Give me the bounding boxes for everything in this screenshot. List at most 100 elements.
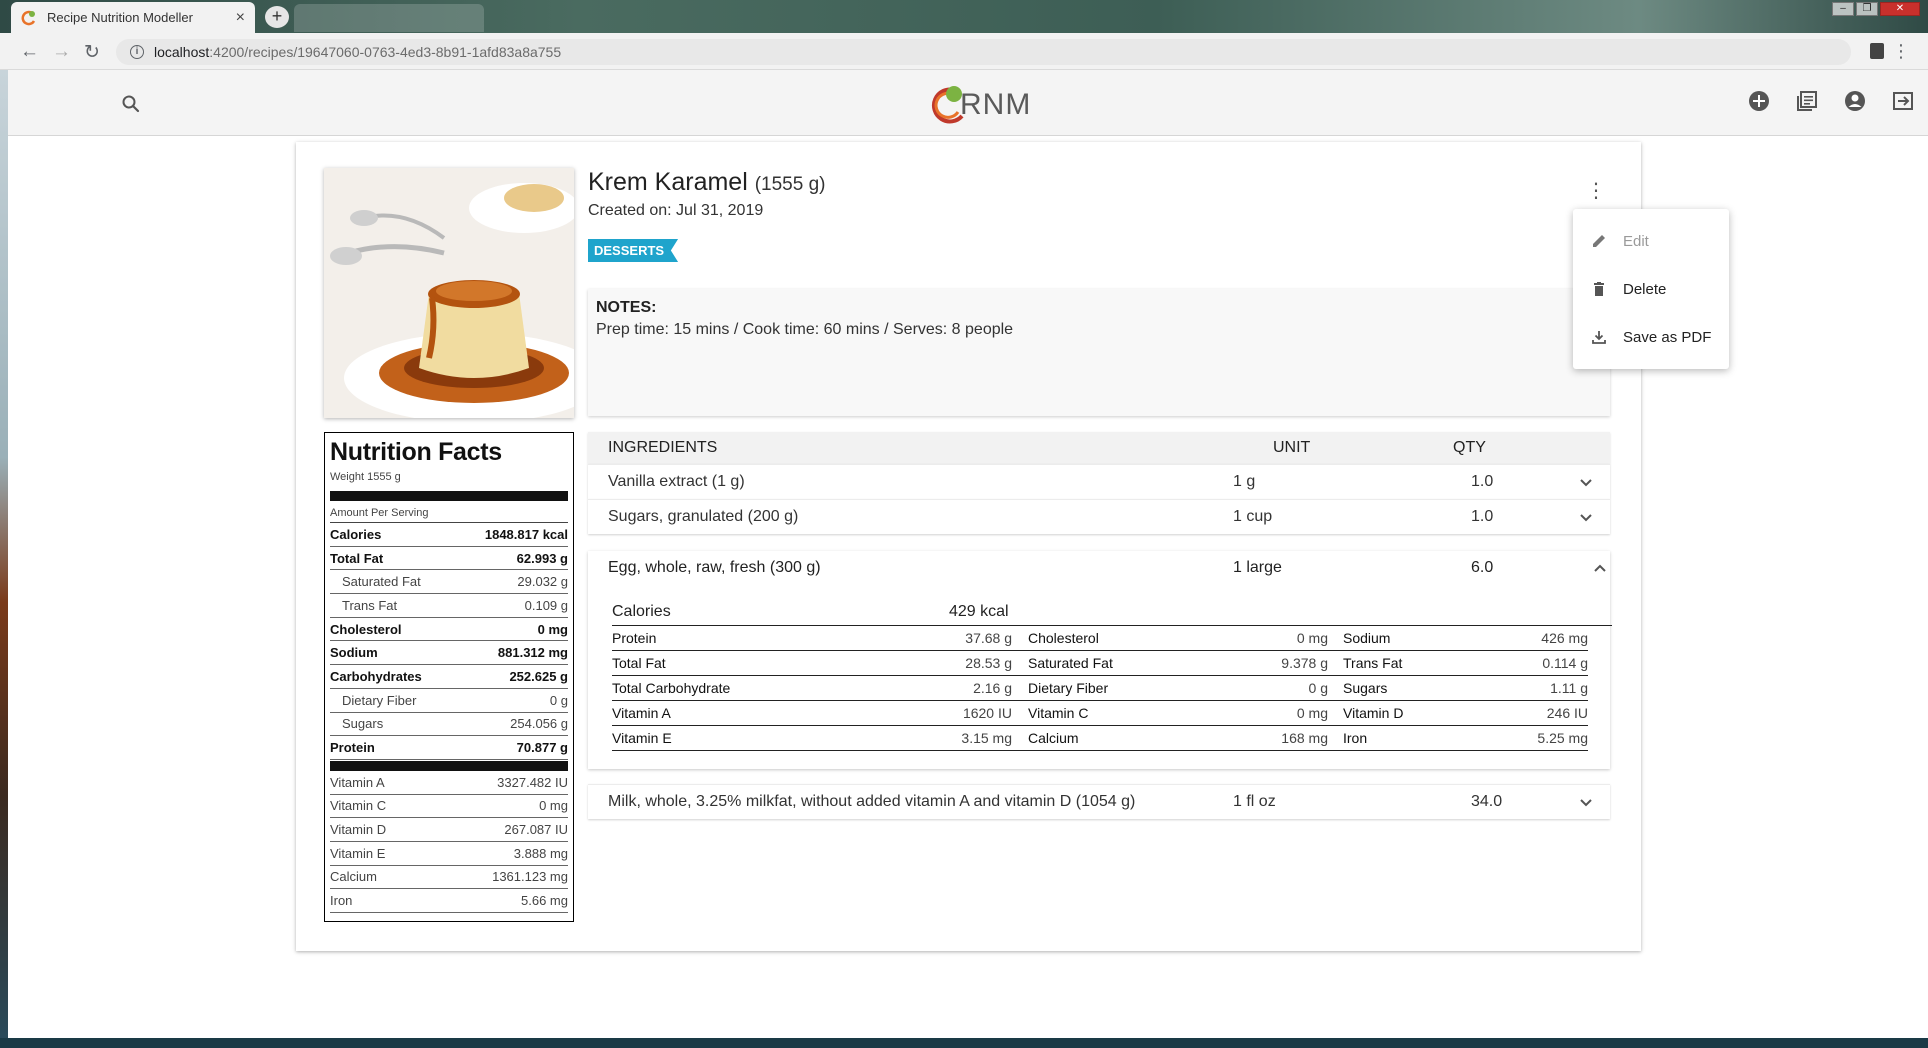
account-icon[interactable] (1844, 90, 1866, 112)
recipe-list-icon[interactable] (1796, 90, 1818, 112)
logout-icon[interactable] (1892, 90, 1914, 112)
more-options-icon[interactable]: ⋮ (1586, 178, 1606, 203)
ingredient-qty: 1.0 (1471, 473, 1494, 490)
browser-tab[interactable]: Recipe Nutrition Modeller × (11, 2, 255, 33)
ingredient-rows: Vanilla extract (1 g) 1 g 1.0 Sugars, granu… (588, 464, 1610, 534)
nutrient-value: 1848.817 kcal (484, 526, 568, 542)
menu-item-delete[interactable]: Delete (1573, 265, 1729, 313)
nutrition-weight: Weight 1555 g (330, 471, 401, 483)
notes-panel: NOTES: Prep time: 15 mins / Cook time: 6… (588, 289, 1610, 416)
nutrient-label: Calories (330, 526, 382, 542)
nutrient-cell: Cholesterol 0 mg (1028, 630, 1328, 646)
browser-menu-icon[interactable]: ⋮ (1892, 41, 1910, 62)
ingredient-name: Vanilla extract (1 g) (608, 473, 745, 490)
back-icon[interactable]: ← (20, 41, 39, 63)
nutrient-value: 70.877 g (516, 740, 568, 756)
nutrient-label: Saturated Fat (342, 574, 421, 590)
url-field[interactable]: i localhost:4200/recipes/19647060-0763-4… (116, 39, 1851, 65)
nutrient-label: Protein (330, 740, 375, 756)
vitamin-row: Vitamin D 267.087 IU (330, 818, 568, 842)
nutrient-label: Sugars (342, 716, 384, 732)
vitamin-label: Vitamin E (330, 845, 386, 861)
nutrition-divider (330, 760, 568, 771)
ingredient-row[interactable]: Milk, whole, 3.25% milkfat, without adde… (588, 784, 1610, 819)
calories-value: 429 kcal (949, 603, 1009, 620)
app-header: RNM (8, 70, 1928, 136)
ingredient-calories: Calories 429 kcal (612, 603, 1404, 621)
site-info-icon[interactable]: i (130, 45, 144, 59)
nutrient-value: 0 g (1308, 680, 1328, 696)
nutrient-value: 62.993 g (516, 550, 568, 566)
nutrient-cell: Vitamin E 3.15 mg (612, 730, 1012, 746)
forward-icon[interactable]: → (52, 41, 71, 63)
nutrient-label: Total Fat (612, 655, 666, 671)
ingredient-nutrient-grid: Protein 37.68 g Cholesterol 0 mg Sodium 426 m… (612, 625, 1612, 751)
category-tag[interactable]: DESSERTS (588, 239, 679, 262)
nutrient-label: Cholesterol (1028, 630, 1099, 646)
vitamin-row: Vitamin C 0 mg (330, 795, 568, 819)
ingredient-unit: 1 g (1233, 473, 1256, 490)
search-icon[interactable] (121, 94, 141, 114)
nutrient-label: Vitamin D (1343, 705, 1404, 721)
nutrient-value: 0 g (549, 692, 568, 708)
nutrient-label: Saturated Fat (1028, 655, 1113, 671)
background-tab[interactable] (294, 4, 484, 32)
tab-title: Recipe Nutrition Modeller (47, 10, 193, 25)
new-tab-button[interactable]: + (265, 6, 289, 28)
nutrient-label: Iron (1343, 730, 1368, 746)
nutrient-cell: Vitamin A 1620 IU (612, 705, 1012, 721)
recipe-card: Krem Karamel (1555 g) Created on: Jul 31… (296, 142, 1641, 951)
nutrient-value: 254.056 g (510, 716, 568, 732)
nutrient-row: Carbohydrates 252.625 g (330, 665, 568, 689)
nutrient-row: Sugars 254.056 g (330, 713, 568, 737)
nutrient-cell: Saturated Fat 9.378 g (1028, 655, 1328, 671)
nutrient-row: Total Fat 62.993 g (330, 547, 568, 571)
nutrient-cell: Sodium 426 mg (1343, 630, 1588, 646)
app-logo[interactable]: RNM (928, 82, 1031, 124)
ingredient-row[interactable]: Vanilla extract (1 g) 1 g 1.0 (588, 464, 1610, 499)
nutrient-cell: Dietary Fiber 0 g (1028, 680, 1328, 696)
menu-item-edit[interactable]: Edit (1573, 217, 1729, 265)
nutrient-label: Total Carbohydrate (612, 680, 731, 696)
nutrient-row: Dietary Fiber 0 g (330, 689, 568, 713)
nutrient-cell: Sugars 1.11 g (1343, 680, 1588, 696)
notes-body: Prep time: 15 mins / Cook time: 60 mins … (596, 321, 1014, 338)
restore-button[interactable]: ❐ (1856, 2, 1878, 16)
header-qty: QTY (1453, 439, 1486, 456)
recipe-photo (324, 168, 574, 418)
chevron-up-icon[interactable] (1593, 563, 1607, 573)
tab-close-icon[interactable]: × (236, 9, 245, 27)
desktop-edge (0, 70, 8, 1038)
window-close-button[interactable]: ✕ (1880, 2, 1920, 16)
vitamin-value: 0 mg (539, 798, 568, 814)
created-date: Created on: Jul 31, 2019 (588, 202, 764, 219)
nutrient-value: 0 mg (1296, 630, 1328, 646)
extension-icon[interactable] (1870, 43, 1884, 59)
nutrient-row: Saturated Fat 29.032 g (330, 570, 568, 595)
nutrient-grid-row: Vitamin A 1620 IU Vitamin C 0 mg Vitamin D 24… (612, 701, 1588, 726)
browser-tab-strip: Recipe Nutrition Modeller × + – ❐ ✕ (0, 0, 1928, 33)
nutrient-label: Dietary Fiber (342, 692, 417, 708)
minimize-button[interactable]: – (1832, 2, 1854, 16)
chevron-down-icon[interactable] (1553, 512, 1593, 522)
vitamin-value: 1361.123 mg (492, 869, 568, 885)
reload-icon[interactable]: ↻ (84, 41, 100, 64)
menu-item-label: Save as PDF (1623, 328, 1712, 346)
nutrient-row: Trans Fat 0.109 g (330, 594, 568, 618)
chevron-down-icon[interactable] (1553, 477, 1593, 487)
vitamin-value: 3.888 mg (513, 845, 568, 861)
nutrient-value: 1620 IU (962, 705, 1012, 721)
ingredient-name: Egg, whole, raw, fresh (300 g) (608, 559, 821, 576)
trash-icon (1591, 281, 1607, 297)
vitamin-row: Vitamin A 3327.482 IU (330, 771, 568, 795)
add-circle-icon[interactable] (1748, 90, 1770, 112)
chevron-down-icon[interactable] (1553, 797, 1593, 807)
menu-item-save-pdf[interactable]: Save as PDF (1573, 313, 1729, 361)
ingredients-table: INGREDIENTS UNIT QTY Vanilla extract (1 … (588, 432, 1612, 819)
nutrient-value: 426 mg (1541, 630, 1588, 646)
nutrient-grid-row: Vitamin E 3.15 mg Calcium 168 mg Iron 5.25 mg (612, 726, 1588, 751)
ingredient-row[interactable]: Sugars, granulated (200 g) 1 cup 1.0 (588, 499, 1610, 534)
ingredient-expanded-header[interactable]: Egg, whole, raw, fresh (300 g) 1 large 6… (588, 551, 1610, 585)
nutrient-label: Vitamin A (612, 705, 671, 721)
ingredient-name: Milk, whole, 3.25% milkfat, without adde… (608, 793, 1136, 810)
